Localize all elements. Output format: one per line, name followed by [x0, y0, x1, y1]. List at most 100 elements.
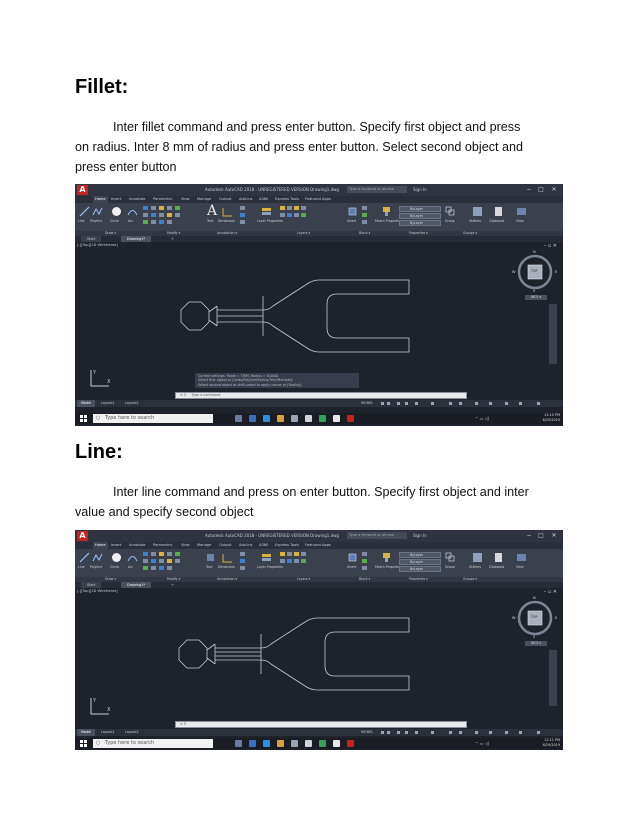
layer-tool-icon[interactable] [280, 206, 285, 210]
layout-tab-layout2[interactable]: Layout2 [121, 400, 143, 407]
group-icon[interactable] [445, 552, 456, 563]
layout-tab-layout1[interactable]: Layout1 [97, 400, 119, 407]
layer-tool-icon[interactable] [294, 206, 299, 210]
workspace-icon[interactable] [475, 402, 478, 405]
annotation-tool-icon[interactable] [240, 566, 245, 570]
modify-tool-icon[interactable] [151, 220, 156, 224]
model-space-button[interactable]: MODEL [361, 400, 373, 407]
customize-icon[interactable] [537, 731, 540, 734]
ribbon-tab-view[interactable]: View [181, 542, 190, 549]
fork-drawing[interactable] [75, 588, 563, 720]
lineweight-icon[interactable] [449, 731, 452, 734]
task-view-icon[interactable] [249, 415, 256, 422]
insert-block-icon[interactable] [347, 552, 358, 563]
annotation-tool-icon[interactable] [240, 220, 245, 224]
drawing-area[interactable]: [-][Top][2D Wireframe] – ▫ ✕ N TOP S W E… [75, 242, 563, 390]
clean-screen-icon[interactable] [519, 731, 522, 734]
layer-tool-icon[interactable] [301, 213, 306, 217]
clipboard-icon[interactable] [493, 206, 504, 217]
text-tool-icon[interactable] [205, 552, 216, 563]
ribbon-tab-insert[interactable]: Insert [111, 196, 121, 203]
mic-icon[interactable] [235, 740, 242, 747]
lineweight-icon[interactable] [449, 402, 452, 405]
lineweight-dropdown[interactable]: ByLayer [399, 566, 441, 572]
ribbon-tab-manage[interactable]: Manage [197, 196, 211, 203]
ribbon-tab-annotate[interactable]: Annotate [129, 542, 145, 549]
clipboard-icon[interactable] [493, 552, 504, 563]
paint-icon[interactable] [333, 740, 340, 747]
modify-tool-icon[interactable] [175, 206, 180, 210]
ribbon-tab-parametric[interactable]: Parametric [153, 542, 172, 549]
layer-tool-icon[interactable] [301, 559, 306, 563]
match-properties-icon[interactable] [381, 206, 392, 217]
modify-tool-icon[interactable] [143, 220, 148, 224]
snap-icon[interactable] [387, 731, 390, 734]
modify-tool-icon[interactable] [143, 566, 148, 570]
close-button[interactable]: ✕ [550, 532, 558, 540]
mail-icon[interactable] [305, 415, 312, 422]
close-cmd-icon[interactable]: ✕ ⚲ [180, 393, 186, 397]
close-cmd-icon[interactable]: ✕ ⚲ [180, 722, 186, 726]
autocad-taskbar-icon[interactable] [347, 740, 354, 747]
ribbon-tab-addins[interactable]: Add-ins [239, 542, 252, 549]
taskbar-clock[interactable]: 12:11 PM 6/29/2019 [543, 738, 560, 748]
windows-start-icon[interactable] [80, 415, 87, 422]
ribbon-tab-a360[interactable]: A360 [259, 542, 268, 549]
utilities-icon[interactable] [472, 206, 483, 217]
otrack-icon[interactable] [431, 402, 434, 405]
view-icon[interactable] [516, 206, 527, 217]
store-icon[interactable] [291, 740, 298, 747]
close-button[interactable]: ✕ [550, 186, 558, 194]
modify-tool-icon[interactable] [143, 206, 148, 210]
osnap-icon[interactable] [415, 402, 418, 405]
command-line-input[interactable]: ✕ ⚲ [175, 721, 467, 728]
insert-block-icon[interactable] [347, 206, 358, 217]
taskbar-clock[interactable]: 12:10 PM 6/29/2019 [543, 413, 560, 423]
modify-tool-icon[interactable] [175, 552, 180, 556]
block-tool-icon[interactable] [362, 213, 367, 217]
line-tool-icon[interactable] [79, 206, 90, 217]
modify-tool-icon[interactable] [151, 552, 156, 556]
help-search-input[interactable]: Type a keyword or phrase [347, 186, 407, 193]
dimension-tool-icon[interactable] [222, 552, 233, 563]
annotation-scale-icon[interactable] [459, 731, 462, 734]
linetype-dropdown[interactable]: ByLayer [399, 213, 441, 219]
otrack-icon[interactable] [431, 731, 434, 734]
ribbon-tab-annotate[interactable]: Annotate [129, 196, 145, 203]
color-dropdown[interactable]: ByLayer [399, 206, 441, 212]
utilities-icon[interactable] [472, 552, 483, 563]
circle-tool-icon[interactable] [111, 552, 122, 563]
layer-tool-icon[interactable] [280, 552, 285, 556]
layout-tab-layout2[interactable]: Layout2 [121, 729, 143, 736]
block-tool-icon[interactable] [362, 566, 367, 570]
polar-icon[interactable] [405, 402, 408, 405]
layer-properties-icon[interactable] [261, 206, 272, 217]
modify-tool-icon[interactable] [167, 213, 172, 217]
osnap-icon[interactable] [415, 731, 418, 734]
chrome-icon[interactable] [319, 415, 326, 422]
command-line-input[interactable]: ✕ ⚲ Type a command [175, 392, 467, 399]
windows-start-icon[interactable] [80, 740, 87, 747]
layer-tool-icon[interactable] [301, 552, 306, 556]
polar-icon[interactable] [405, 731, 408, 734]
modify-tool-icon[interactable] [159, 206, 164, 210]
modify-tool-icon[interactable] [159, 559, 164, 563]
hardware-accel-icon[interactable] [505, 731, 508, 734]
taskbar-search-input[interactable]: ○ Type here to search [93, 739, 213, 748]
modify-tool-icon[interactable] [167, 559, 172, 563]
match-properties-icon[interactable] [381, 552, 392, 563]
ribbon-tab-home[interactable]: Home [93, 542, 108, 549]
autocad-logo[interactable]: A [77, 185, 88, 195]
block-tool-icon[interactable] [362, 552, 367, 556]
modify-tool-icon[interactable] [159, 566, 164, 570]
ribbon-tab-output[interactable]: Output [219, 196, 231, 203]
modify-tool-icon[interactable] [143, 213, 148, 217]
layer-tool-icon[interactable] [294, 213, 299, 217]
modify-tool-icon[interactable] [143, 552, 148, 556]
color-dropdown[interactable]: ByLayer [399, 552, 441, 558]
ribbon-tab-featured-apps[interactable]: Featured Apps [305, 196, 331, 203]
minimize-button[interactable]: − [525, 532, 533, 540]
isolate-icon[interactable] [489, 402, 492, 405]
layer-tool-icon[interactable] [280, 213, 285, 217]
workspace-icon[interactable] [475, 731, 478, 734]
